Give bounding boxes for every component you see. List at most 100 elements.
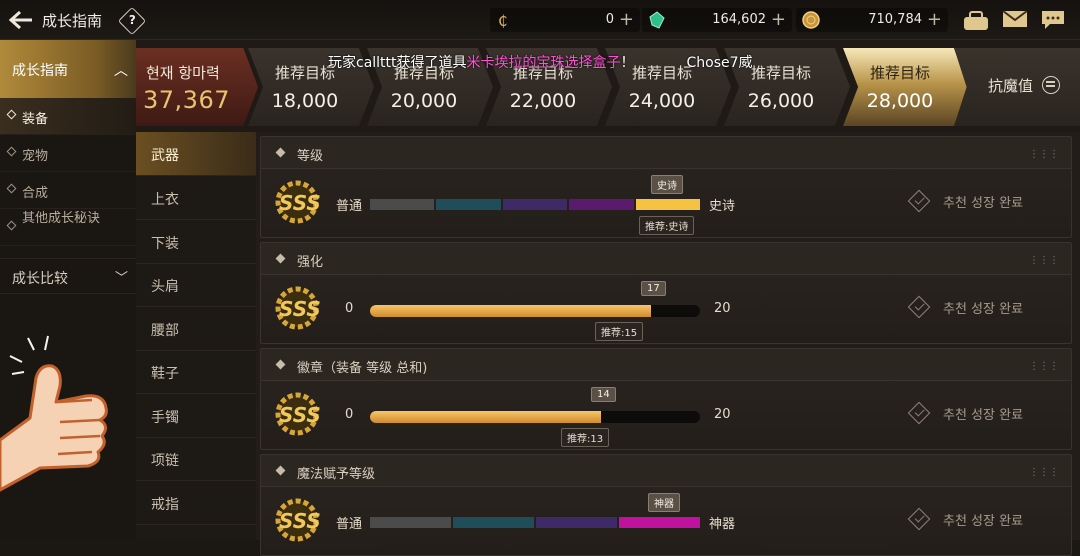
sss-gear-badge-icon: SSS xyxy=(275,392,321,436)
menu-dots-icon[interactable]: ⋮⋮⋮ xyxy=(1029,149,1059,160)
grade-segment xyxy=(370,199,435,210)
green-gem-icon xyxy=(649,11,665,29)
currency-c-value: 0 xyxy=(605,12,614,27)
grade-segment xyxy=(453,517,534,528)
reinforce-progress-bar xyxy=(370,305,700,317)
equipment-item-weapon[interactable]: 武器 xyxy=(136,132,256,176)
equipment-item-necklace[interactable]: 项链 xyxy=(136,437,256,481)
growth-complete-status: 추천 성장 완료 xyxy=(907,189,1061,213)
diamond-bullet-icon xyxy=(6,109,17,120)
current-enchant-tag: 神器 xyxy=(648,493,680,512)
broadcast-player: Chose7威 xyxy=(686,55,753,71)
back-arrow-icon[interactable] xyxy=(8,9,34,31)
add-currency-gem-button[interactable]: + xyxy=(771,9,786,30)
panel-grade: 等级 ⋮⋮⋮ SSS 普通 史诗 史诗 推荐:史诗 추천 성장 완료 xyxy=(260,136,1072,238)
grade-segment xyxy=(569,199,634,210)
currency-gem: 164,602 + xyxy=(642,8,792,32)
equipment-item-belt[interactable]: 腰部 xyxy=(136,307,256,351)
currency-gold: 710,784 + xyxy=(796,8,948,32)
diamond-bullet-icon xyxy=(6,220,17,231)
growth-panels: 等级 ⋮⋮⋮ SSS 普通 史诗 史诗 推荐:史诗 추천 성장 완료 强化 ⋮⋮… xyxy=(256,132,1080,556)
svg-text:SSS: SSS xyxy=(279,191,321,215)
diamond-bullet-icon xyxy=(275,465,286,476)
broadcast-item-name: 米卡埃拉的宝珠选择盒子 xyxy=(466,55,621,71)
current-power-value: 37,367 xyxy=(143,86,230,114)
equipment-item-ring[interactable]: 戒指 xyxy=(136,481,256,525)
chevron-down-icon: ﹀ xyxy=(114,271,128,286)
currency-c: ₵ 0 + xyxy=(490,8,640,32)
equipment-list: 武器 上衣 下装 头肩 腰部 鞋子 手镯 项链 戒指 xyxy=(136,132,256,540)
diamond-bullet-icon xyxy=(275,147,286,158)
left-sidebar: 成长指南 ︿ 装备 宠物 合成 其他成长秘诀 成长比较 ﹀ xyxy=(0,40,136,540)
current-power-label: 현재 항마력 xyxy=(146,64,220,82)
add-currency-gold-button[interactable]: + xyxy=(927,9,942,30)
chat-icon[interactable] xyxy=(1040,9,1066,31)
recommended-reinforce-tag: 推荐:15 xyxy=(595,322,644,341)
panel-header: 徽章（装备 等级 总和) ⋮⋮⋮ xyxy=(261,349,1071,381)
recommended-emblem-tag: 推荐:13 xyxy=(561,428,610,447)
system-broadcast: 玩家callttt获得了道具米卡埃拉的宝珠选择盒子！ Chose7威 xyxy=(328,55,753,71)
panel-header: 等级 ⋮⋮⋮ xyxy=(261,137,1071,169)
menu-dots-icon[interactable]: ⋮⋮⋮ xyxy=(1029,467,1059,478)
chevron-up-icon: ︿ xyxy=(114,63,128,79)
current-emblem-tag: 14 xyxy=(591,387,616,402)
panel-header: 强化 ⋮⋮⋮ xyxy=(261,243,1071,275)
grade-segment xyxy=(536,517,617,528)
panel-header: 魔法赋予等级 ⋮⋮⋮ xyxy=(261,455,1071,487)
growth-complete-status: 추천 성장 완료 xyxy=(907,295,1061,319)
sss-gear-badge-icon: SSS xyxy=(275,498,321,542)
check-diamond-icon xyxy=(907,507,931,531)
diamond-bullet-icon xyxy=(275,253,286,264)
gold-coin-icon xyxy=(802,11,820,29)
enchant-grade-bar xyxy=(370,517,700,528)
equipment-item-bottom[interactable]: 下装 xyxy=(136,220,256,264)
emblem-progress-bar xyxy=(370,411,700,423)
top-bar: 成长指南 ? ₵ 0 + 164,602 + 710,784 + xyxy=(0,0,1080,40)
sss-gear-badge-icon: SSS xyxy=(275,180,321,224)
diamond-bullet-icon xyxy=(6,146,17,157)
sidebar-item-synthesis[interactable]: 合成 xyxy=(0,172,136,209)
diamond-bullet-icon xyxy=(6,183,17,194)
menu-dots-icon[interactable]: ⋮⋮⋮ xyxy=(1029,255,1059,266)
help-icon[interactable]: ? xyxy=(117,6,147,36)
growth-complete-status: 추천 성장 완료 xyxy=(907,507,1061,531)
growth-complete-status: 추천 성장 완료 xyxy=(907,401,1061,425)
svg-text:₵: ₵ xyxy=(498,12,508,29)
currency-gem-value: 164,602 xyxy=(712,12,766,27)
grade-segment xyxy=(635,199,701,210)
svg-text:SSS: SSS xyxy=(279,509,321,533)
add-currency-c-button[interactable]: + xyxy=(619,9,634,30)
menu-dots-icon[interactable]: ⋮⋮⋮ xyxy=(1029,361,1059,372)
sidebar-item-equipment[interactable]: 装备 xyxy=(0,98,136,135)
current-reinforce-tag: 17 xyxy=(641,281,666,296)
thumbs-up-icon xyxy=(0,335,108,492)
bag-icon[interactable] xyxy=(962,9,990,31)
diamond-bullet-icon xyxy=(275,359,286,370)
sidebar-growth-compare[interactable]: 成长比较 ﹀ xyxy=(0,258,136,294)
equipment-item-shoulder[interactable]: 头肩 xyxy=(136,263,256,307)
equipment-item-bracelet[interactable]: 手镯 xyxy=(136,394,256,438)
page-title: 成长指南 xyxy=(42,12,103,30)
sidebar-item-other-tips[interactable]: 其他成长秘诀 xyxy=(0,209,136,246)
recommended-grade-tag: 推荐:史诗 xyxy=(639,216,695,235)
svg-text:SSS: SSS xyxy=(279,297,321,321)
target-28000[interactable]: 推荐目标 28,000 xyxy=(843,48,969,126)
resist-magic-button[interactable]: 抗魔值 xyxy=(954,48,1080,126)
check-diamond-icon xyxy=(907,295,931,319)
mail-icon[interactable] xyxy=(1002,9,1028,29)
grade-segment xyxy=(370,517,451,528)
equipment-item-shoes[interactable]: 鞋子 xyxy=(136,350,256,394)
svg-text:SSS: SSS xyxy=(279,403,321,427)
check-diamond-icon xyxy=(907,401,931,425)
panel-reinforce: 强化 ⋮⋮⋮ SSS 0 20 17 推荐:15 추천 성장 완료 xyxy=(260,242,1072,344)
panel-enchant-grade: 魔法赋予等级 ⋮⋮⋮ SSS 普通 神器 神器 추천 성장 완료 xyxy=(260,454,1072,556)
sidebar-header-growth-guide[interactable]: 成长指南 ︿ xyxy=(0,40,136,98)
grade-segment xyxy=(502,199,568,210)
check-diamond-icon xyxy=(907,189,931,213)
equipment-item-top[interactable]: 上衣 xyxy=(136,176,256,220)
grade-segment xyxy=(619,517,700,528)
sidebar-item-pet[interactable]: 宠物 xyxy=(0,135,136,172)
current-power-box: 현재 항마력 37,367 xyxy=(136,48,258,126)
grade-segment xyxy=(436,199,501,210)
menu-circle-icon xyxy=(1042,76,1060,94)
